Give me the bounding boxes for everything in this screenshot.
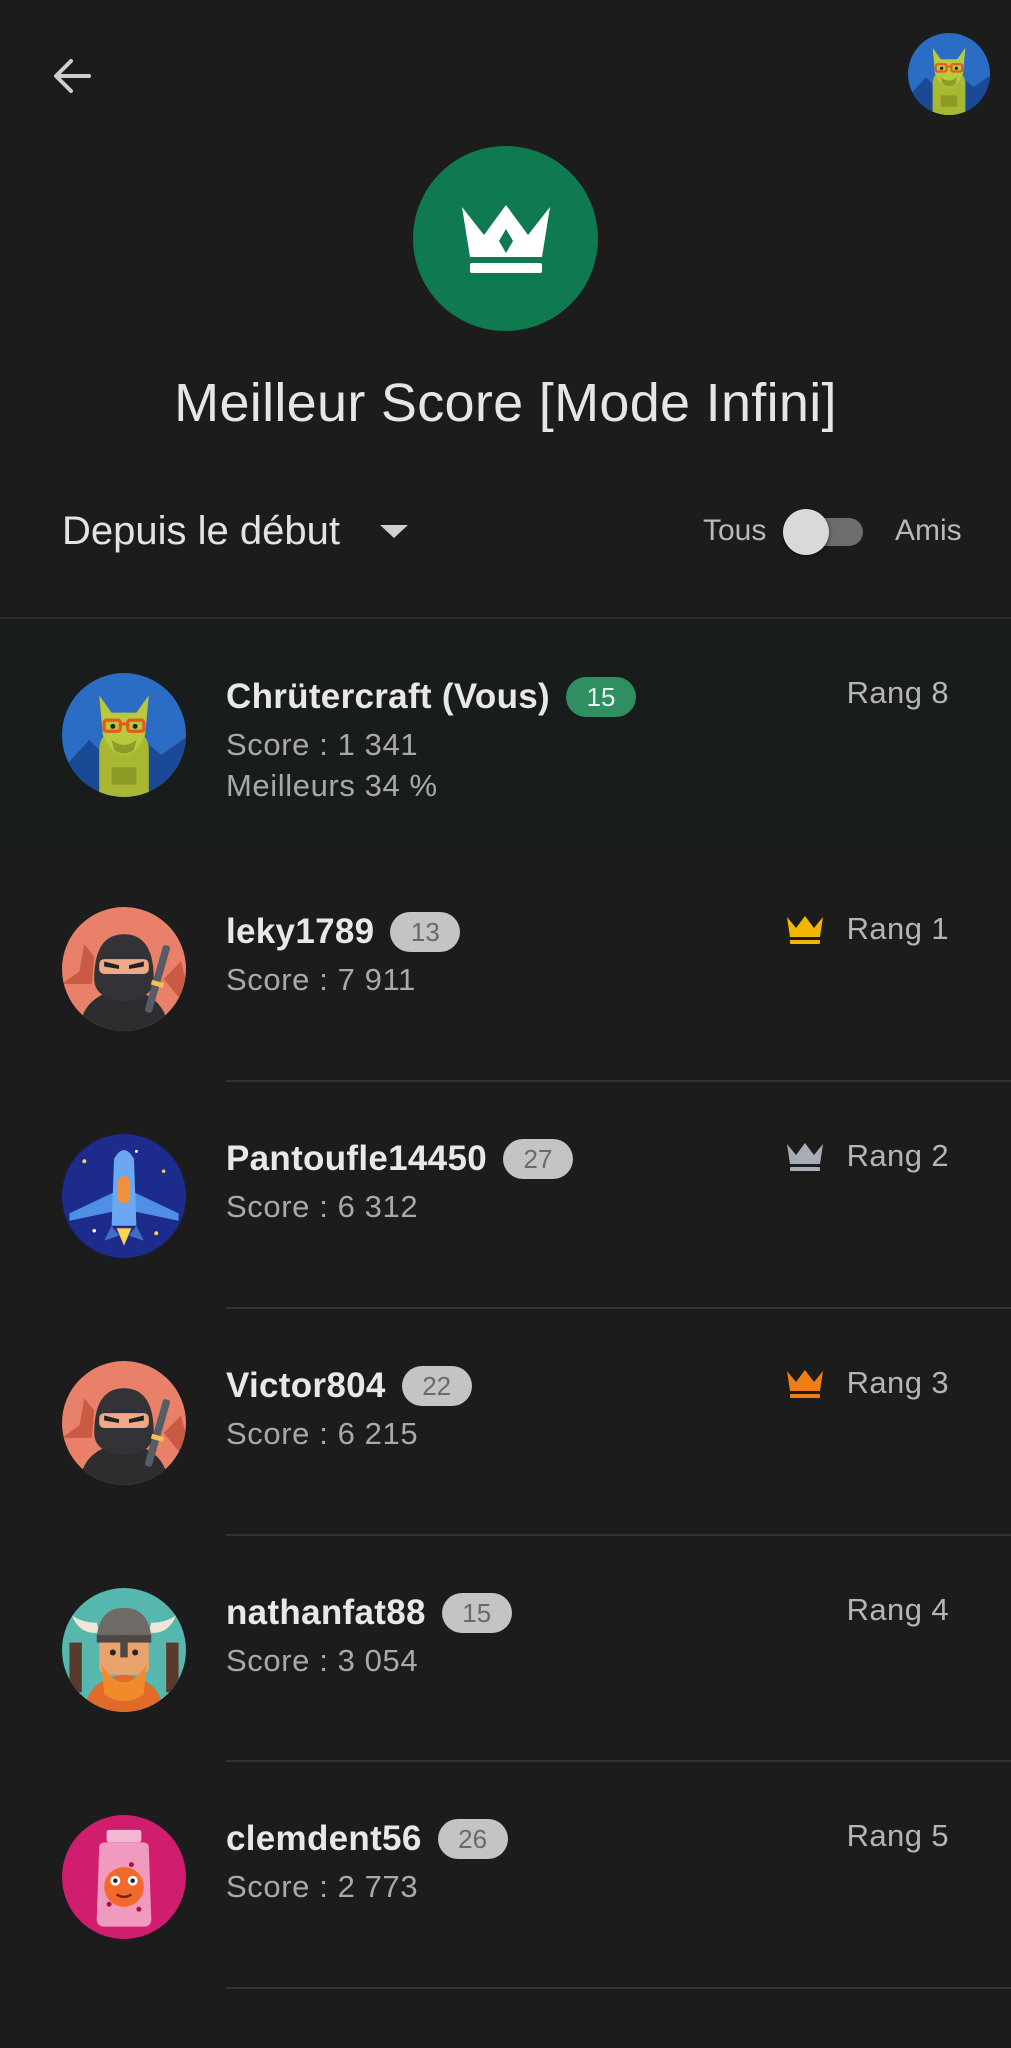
player-name: Victor804	[226, 1366, 386, 1405]
gold-crown-icon	[785, 913, 825, 945]
profile-avatar[interactable]	[908, 33, 990, 115]
friends-toggle[interactable]	[783, 509, 867, 555]
level-badge: 15	[565, 677, 636, 717]
current-player-row[interactable]: Chrütercraft (Vous) 15 Score : 1 341 Mei…	[0, 628, 1011, 854]
rank-label: Rang 8	[846, 675, 949, 710]
filter-bar: Depuis le début Tous Amis	[0, 496, 1011, 566]
bronze-crown-icon	[785, 1367, 825, 1399]
player-name: clemdent56	[226, 1819, 422, 1858]
time-range-value: Depuis le début	[62, 508, 340, 553]
back-button[interactable]	[44, 50, 100, 106]
silver-crown-icon	[785, 1140, 825, 1172]
time-range-dropdown[interactable]: Depuis le début	[62, 496, 408, 566]
header-divider	[0, 617, 1011, 619]
player-score: Score : 7 911	[226, 962, 416, 997]
leaderboard-crown-icon	[413, 146, 598, 331]
player-rank: Rang 4	[847, 1588, 949, 1632]
player-name: Chrütercraft (Vous)	[226, 677, 550, 716]
level-badge: 15	[441, 1593, 512, 1633]
rank-label: Rang 4	[846, 1592, 949, 1627]
player-avatar	[62, 1588, 186, 1712]
player-name: leky1789	[226, 912, 375, 951]
leaderboard-row[interactable]: Victor804 22 Score : 6 215 Rang 3	[0, 1308, 1011, 1534]
leaderboard-row[interactable]: leky1789 13 Score : 7 911 Rang 1	[0, 854, 1011, 1080]
level-badge: 27	[502, 1139, 573, 1179]
player-rank: Rang 5	[847, 1814, 949, 1858]
player-score: Score : 2 773	[226, 1869, 419, 1904]
player-avatar	[62, 673, 186, 797]
player-percentile: Meilleurs 34 %	[226, 768, 438, 803]
toggle-knob	[783, 509, 829, 555]
player-avatar	[62, 1361, 186, 1485]
leaderboard-row[interactable]: Pantoufle14450 27 Score : 6 312 Rang 2	[0, 1081, 1011, 1307]
player-score: Score : 1 341	[226, 727, 419, 762]
rank-label: Rang 2	[846, 1138, 949, 1173]
level-badge: 22	[401, 1366, 472, 1406]
player-rank: Rang 3	[785, 1361, 949, 1405]
player-name: Pantoufle14450	[226, 1139, 487, 1178]
rank-label: Rang 5	[846, 1818, 949, 1853]
player-avatar	[62, 1134, 186, 1258]
player-score: Score : 6 312	[226, 1189, 419, 1224]
player-rank: Rang 2	[785, 1134, 949, 1178]
leaderboard-row[interactable]: clemdent56 26 Score : 2 773 Rang 5	[0, 1761, 1011, 1987]
player-rank: Rang 8	[847, 671, 949, 715]
toggle-label-all: Tous	[703, 514, 767, 547]
page-title: Meilleur Score [Mode Infini]	[174, 373, 837, 433]
arrow-back-icon	[49, 53, 95, 104]
toggle-label-friends: Amis	[895, 514, 962, 547]
player-avatar	[62, 907, 186, 1031]
dropdown-arrow-icon	[379, 524, 408, 538]
level-badge: 13	[390, 912, 461, 952]
rank-label: Rang 1	[846, 911, 949, 946]
player-score: Score : 6 215	[226, 1416, 419, 1451]
player-score: Score : 3 054	[226, 1643, 419, 1678]
player-rank: Rang 1	[785, 907, 949, 951]
row-divider	[226, 1987, 1011, 1989]
leaderboard-row[interactable]: nathanfat88 15 Score : 3 054 Rang 4	[0, 1535, 1011, 1761]
player-avatar	[62, 1815, 186, 1939]
rank-label: Rang 3	[846, 1365, 949, 1400]
level-badge: 26	[437, 1819, 508, 1859]
player-name: nathanfat88	[226, 1593, 426, 1632]
